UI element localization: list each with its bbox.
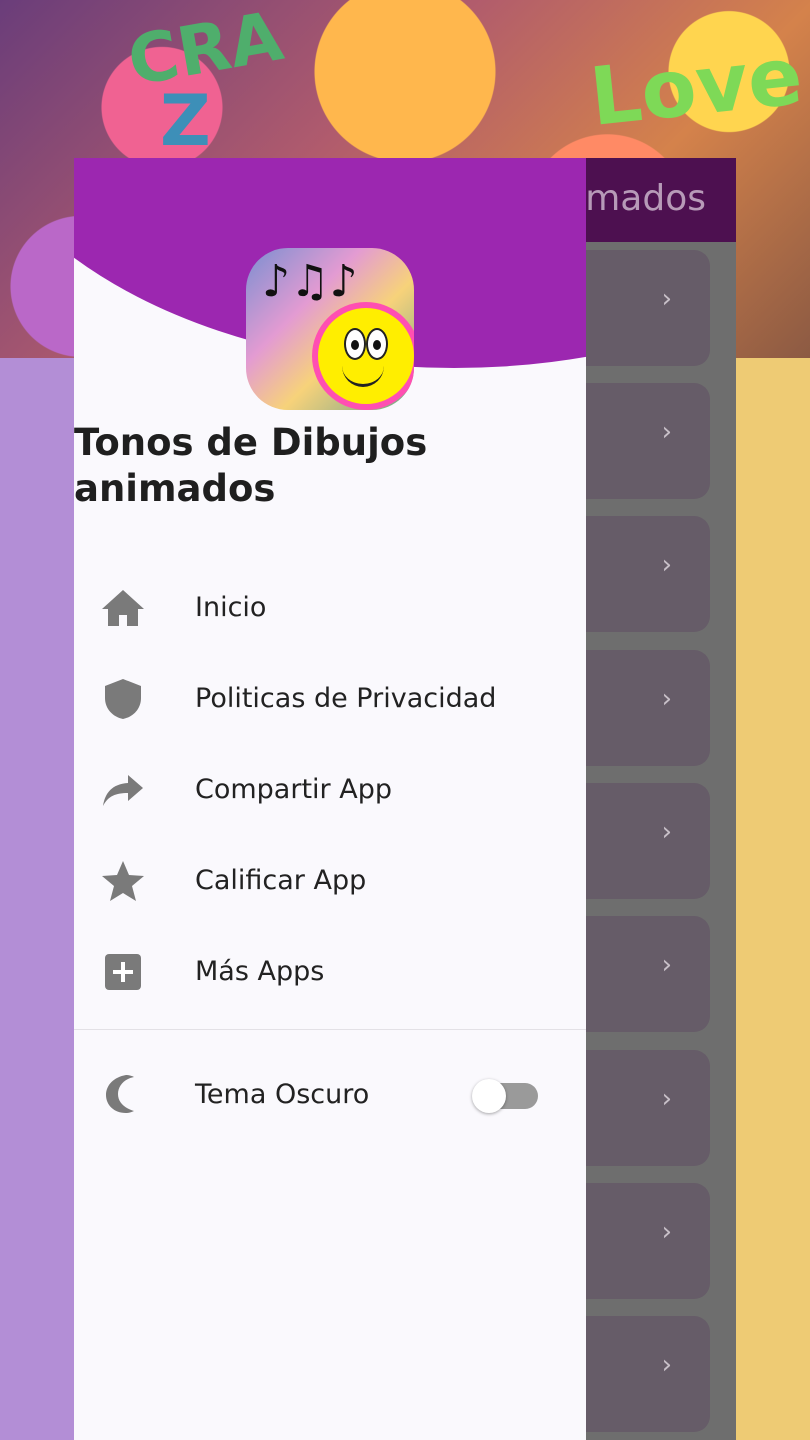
background-right-strip xyxy=(736,358,810,1440)
background-left-strip xyxy=(0,358,74,1440)
chevron-right-icon: › xyxy=(661,550,672,580)
navigation-drawer: ♪♫♪ Tonos de Dibujos animados Inicio Pol… xyxy=(74,158,586,1440)
share-icon xyxy=(100,767,146,813)
menu-item-share[interactable]: Compartir App xyxy=(74,744,586,835)
chevron-right-icon: › xyxy=(661,1350,672,1380)
toggle-knob xyxy=(472,1079,506,1113)
menu-item-rate[interactable]: Calificar App xyxy=(74,835,586,926)
chevron-right-icon: › xyxy=(661,1217,672,1247)
home-icon xyxy=(100,585,146,631)
chevron-right-icon: › xyxy=(661,417,672,447)
menu-item-label: Compartir App xyxy=(195,774,392,805)
music-notes-icon: ♪♫♪ xyxy=(262,256,358,307)
menu-item-label: Calificar App xyxy=(195,865,367,896)
app-logo: ♪♫♪ xyxy=(246,248,414,410)
menu-item-label: Inicio xyxy=(195,592,267,623)
drawer-menu: Inicio Politicas de Privacidad Compartir… xyxy=(74,562,586,1017)
menu-item-label: Politicas de Privacidad xyxy=(195,683,497,714)
menu-item-more-apps[interactable]: Más Apps xyxy=(74,926,586,1017)
smiley-face-icon xyxy=(318,308,414,404)
app-bar-title: mados xyxy=(585,178,706,219)
chevron-right-icon: › xyxy=(661,1084,672,1114)
menu-item-label: Más Apps xyxy=(195,956,325,987)
menu-item-privacy[interactable]: Politicas de Privacidad xyxy=(74,653,586,744)
chevron-right-icon: › xyxy=(661,284,672,314)
menu-item-inicio[interactable]: Inicio xyxy=(74,562,586,653)
drawer-divider xyxy=(74,1029,586,1030)
add-box-icon xyxy=(100,949,146,995)
star-icon xyxy=(100,858,146,904)
chevron-right-icon: › xyxy=(661,817,672,847)
dark-theme-label: Tema Oscuro xyxy=(195,1078,370,1110)
moon-icon xyxy=(100,1071,146,1117)
dark-theme-row[interactable]: Tema Oscuro xyxy=(74,1049,586,1139)
drawer-title: Tonos de Dibujos animados xyxy=(74,421,428,510)
chevron-right-icon: › xyxy=(661,950,672,980)
chevron-right-icon: › xyxy=(661,684,672,714)
shield-icon xyxy=(100,676,146,722)
dark-theme-toggle[interactable] xyxy=(472,1079,538,1113)
